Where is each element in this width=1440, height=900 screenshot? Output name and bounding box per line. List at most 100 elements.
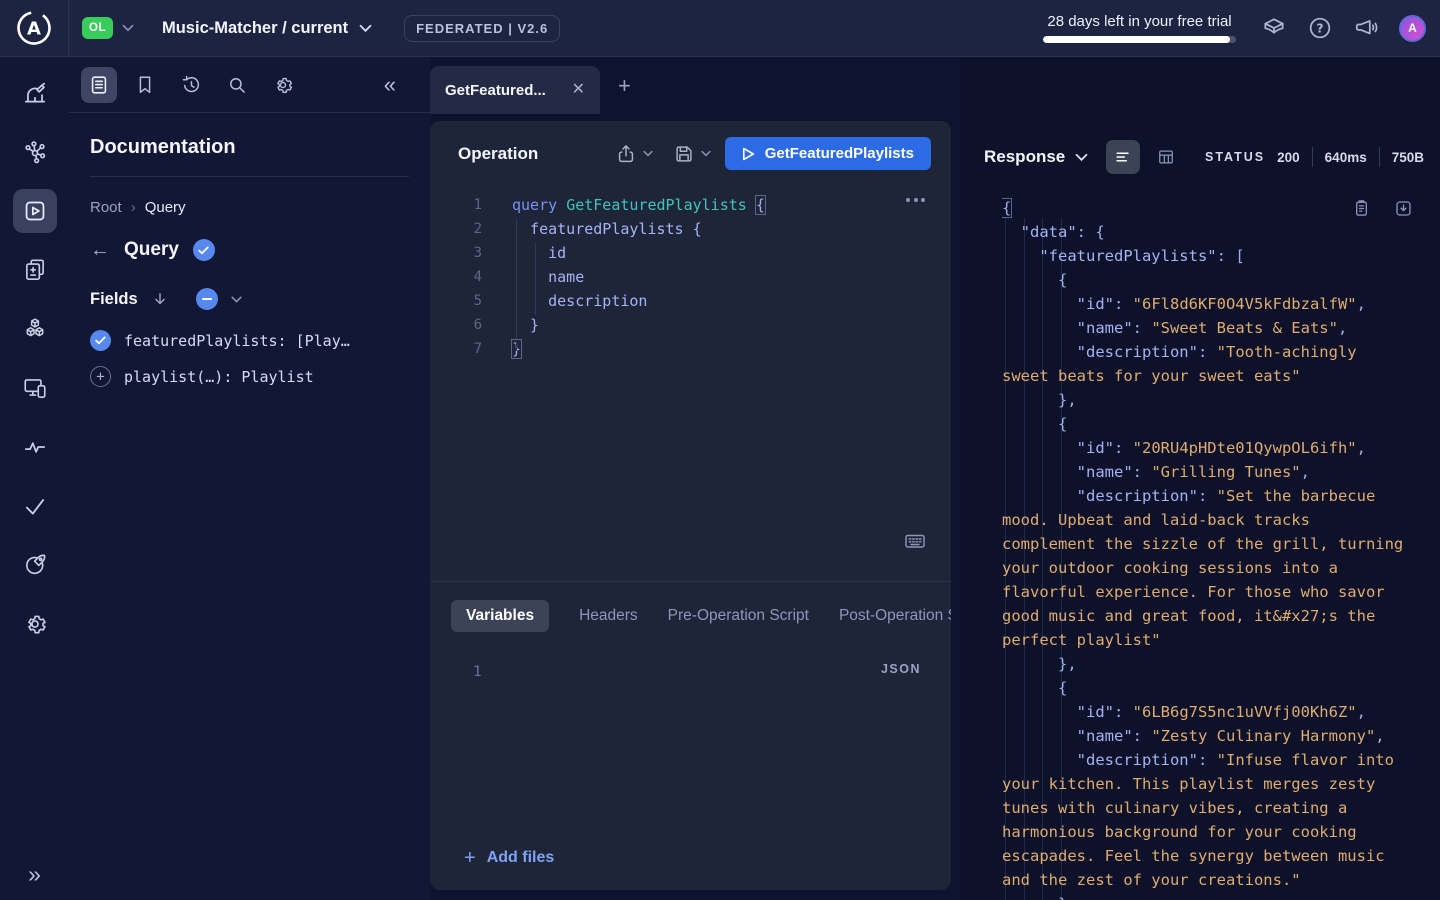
operation-tab[interactable]: GetFeatured... ✕ [430,66,600,114]
org-chevron-down-icon[interactable] [122,24,134,32]
rail-item-changelog[interactable] [13,248,57,292]
apollo-studio-app: A OL Music-Matcher / current FEDERATED |… [0,0,1440,900]
back-arrow-icon[interactable]: ← [90,240,110,260]
field-signature: featuredPlaylists: [Play… [124,332,350,350]
apollo-logo[interactable]: A [0,0,69,56]
trial-progress-track [1043,36,1236,43]
response-panel-title: Response [984,147,1065,167]
left-nav-rail: » [0,57,69,900]
divider [1379,147,1380,167]
new-tab-button[interactable]: + [618,75,631,97]
share-icon[interactable] [615,143,637,165]
breadcrumb-query[interactable]: Query [145,199,186,216]
expand-rail-button[interactable]: » [0,861,69,888]
svg-text:A: A [27,19,41,40]
explorer-play-icon [22,198,48,224]
tab-variables[interactable]: Variables [451,600,549,632]
deselect-all-fields-button[interactable] [196,288,218,310]
response-stats: STATUS 200 640ms 750B [1205,147,1424,167]
explorer-settings-button[interactable] [265,67,301,103]
rail-item-clients[interactable] [13,366,57,410]
cubes-icon [22,316,48,342]
trial-progress-fill [1043,36,1230,43]
trial-text: 28 days left in your free trial [1047,13,1231,30]
save-chevron-down-icon[interactable] [701,150,711,157]
field-checked-icon[interactable] [90,330,111,351]
table-icon [1156,147,1176,167]
tab-post-operation-script[interactable]: Post-Operation Script [839,607,951,625]
run-operation-button[interactable]: GetFeaturedPlaylists [725,137,931,170]
add-files-label: Add files [487,849,555,867]
operation-column: GetFeatured... ✕ + Operation [430,57,960,900]
rail-item-home[interactable] [13,71,57,115]
field-row-playlist[interactable]: + playlist(…): Playlist [90,366,409,387]
trial-status: 28 days left in your free trial [1043,13,1236,43]
rail-item-checks[interactable] [13,484,57,528]
indent-guide [516,219,517,351]
raw-view-toggle[interactable] [1106,140,1140,174]
close-tab-icon[interactable]: ✕ [572,82,585,98]
history-button[interactable] [173,67,209,103]
org-badge[interactable]: OL [82,17,113,39]
devices-icon [22,375,48,401]
graph-title[interactable]: Music-Matcher / current [162,19,348,38]
field-add-icon[interactable]: + [90,366,111,387]
save-icon[interactable] [673,143,695,165]
help-icon[interactable]: ? [1307,15,1333,41]
status-label: STATUS [1205,150,1265,164]
response-panel: Response STATUS 200 [960,57,1440,900]
table-view-toggle[interactable] [1149,140,1183,174]
gear-icon [272,74,294,96]
rail-item-explorer[interactable] [13,189,57,233]
editor-sub-tabs: Variables Headers Pre-Operation Script P… [430,581,951,646]
documentation-tab-button[interactable] [81,67,117,103]
docs-panel-title: Documentation [90,136,409,159]
fields-heading: Fields [90,290,138,309]
docs-toolbar: « [69,57,430,113]
tab-headers[interactable]: Headers [579,607,638,625]
rail-item-launches[interactable] [13,543,57,587]
package-icon[interactable] [1261,15,1287,41]
rail-item-graph[interactable] [13,130,57,174]
fields-chevron-down-icon[interactable] [231,296,242,303]
divider [90,176,409,177]
collapse-panel-button[interactable]: « [384,74,396,96]
gear-icon [22,611,48,637]
breadcrumb-root[interactable]: Root [90,199,122,216]
topbar: A OL Music-Matcher / current FEDERATED |… [0,0,1440,57]
saved-operations-button[interactable] [127,67,163,103]
response-size: 750B [1392,150,1424,165]
share-chevron-down-icon[interactable] [643,150,653,157]
type-name: Query [124,239,179,261]
response-chevron-down-icon[interactable] [1075,153,1088,162]
play-icon [742,147,755,161]
tab-pre-operation-script[interactable]: Pre-Operation Script [668,607,809,625]
type-selected-check-icon[interactable] [193,239,215,261]
megaphone-icon[interactable] [1353,15,1379,41]
add-files-button[interactable]: + Add files [464,848,554,868]
checkmark-icon [22,493,48,519]
operation-card: Operation [430,121,951,890]
graphql-editor[interactable]: 1query GetFeaturedPlaylists {2 featuredP… [430,184,951,581]
history-clock-icon [180,74,202,96]
text-lines-icon [1113,147,1133,167]
keyboard-shortcuts-icon[interactable] [903,529,927,553]
response-json-code: { "data": { "featuredPlaylists": [ { "id… [1002,196,1408,900]
rail-item-insights[interactable] [13,425,57,469]
indent-guide [535,243,536,315]
documentation-panel: « Documentation Root › Query ← Query Fie… [69,57,430,900]
user-avatar[interactable]: A [1399,15,1426,42]
breadcrumb: Root › Query [90,199,409,216]
status-code: 200 [1277,150,1300,165]
rail-item-sandbox[interactable] [13,307,57,351]
editor-menu-button[interactable] [906,198,925,202]
breadcrumb-separator-icon: › [131,199,136,216]
operation-panel-title: Operation [458,144,538,164]
divider [1312,147,1313,167]
sort-down-arrow-icon[interactable] [151,290,169,308]
response-body: { "data": { "featuredPlaylists": [ { "id… [1002,196,1408,900]
graph-chevron-down-icon[interactable] [359,24,372,33]
search-button[interactable] [219,67,255,103]
field-row-featured-playlists[interactable]: featuredPlaylists: [Play… [90,330,409,351]
rail-item-settings[interactable] [13,602,57,646]
